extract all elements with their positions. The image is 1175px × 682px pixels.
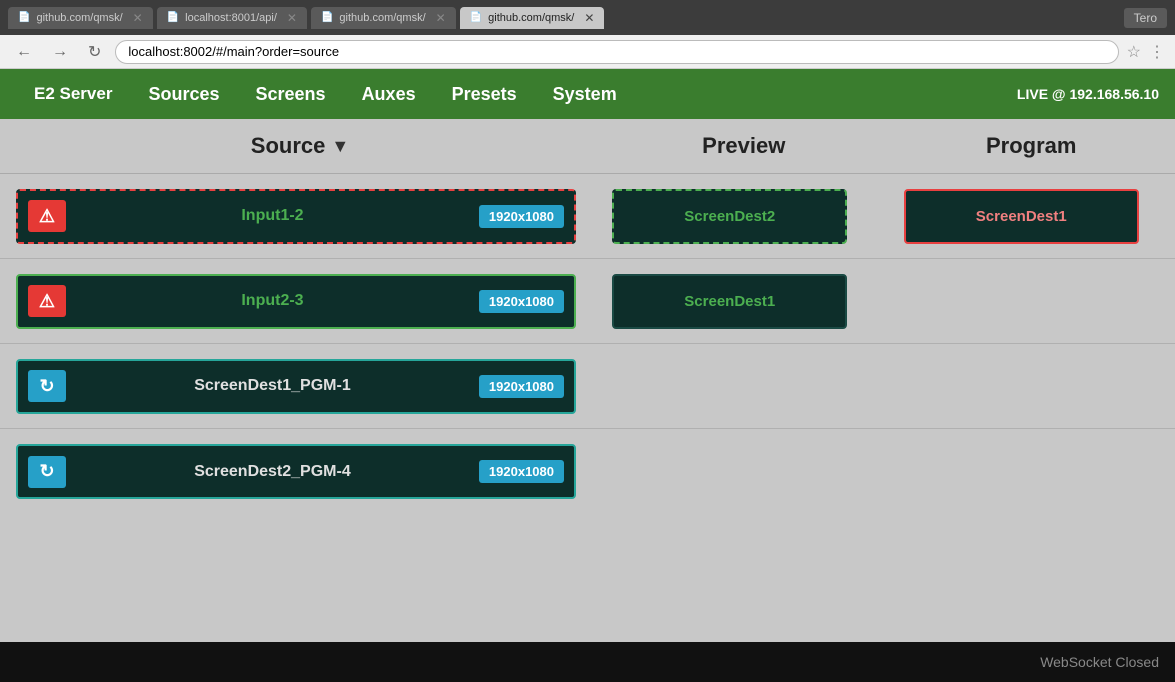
source-res-4: 1920x1080 bbox=[479, 460, 564, 483]
menu-icon[interactable]: ⋮ bbox=[1149, 42, 1165, 62]
preview-dest-2[interactable]: ScreenDest1 bbox=[612, 274, 847, 329]
nav-sources[interactable]: Sources bbox=[130, 84, 237, 105]
live-status: LIVE @ 192.168.56.10 bbox=[1017, 86, 1159, 102]
source-label-2: Input2-3 bbox=[66, 292, 479, 310]
camera-icon-2: ↻ bbox=[28, 456, 66, 488]
warning-icon-2: ⚠ bbox=[28, 285, 66, 317]
source-card-1[interactable]: ⚠ Input1-2 1920x1080 bbox=[16, 189, 576, 244]
tab-close-3[interactable]: ✕ bbox=[436, 11, 446, 25]
program-dest-1[interactable]: ScreenDest1 bbox=[904, 189, 1139, 244]
source-res-2: 1920x1080 bbox=[479, 290, 564, 313]
tab-icon-4: 📄 bbox=[470, 12, 482, 23]
browser-user: Tero bbox=[1124, 8, 1167, 28]
warning-icon-1: ⚠ bbox=[28, 200, 66, 232]
tab-icon-3: 📄 bbox=[321, 12, 333, 23]
row-4: ↻ ScreenDest2_PGM-4 1920x1080 bbox=[0, 429, 1175, 514]
tab-close-2[interactable]: ✕ bbox=[287, 11, 297, 25]
source-label-3: ScreenDest1_PGM-1 bbox=[66, 377, 479, 395]
program-col-1: ScreenDest1 bbox=[884, 189, 1160, 244]
nav-auxes[interactable]: Auxes bbox=[344, 84, 434, 105]
col-preview-header: Preview bbox=[600, 133, 888, 159]
source-res-1: 1920x1080 bbox=[479, 205, 564, 228]
tab-label-4: github.com/qmsk/ bbox=[488, 12, 574, 24]
browser-tab-3[interactable]: 📄 github.com/qmsk/ ✕ bbox=[311, 7, 456, 29]
nav-screens[interactable]: Screens bbox=[238, 84, 344, 105]
preview-header-text: Preview bbox=[702, 133, 785, 159]
websocket-status: WebSocket Closed bbox=[1040, 654, 1159, 670]
browser-tab-4[interactable]: 📄 github.com/qmsk/ ✕ bbox=[460, 7, 605, 29]
tab-label-3: github.com/qmsk/ bbox=[339, 12, 425, 24]
app-nav: E2 Server Sources Screens Auxes Presets … bbox=[0, 69, 1175, 119]
preview-dest-1[interactable]: ScreenDest2 bbox=[612, 189, 847, 244]
column-headers: Source ▼ Preview Program bbox=[0, 119, 1175, 174]
status-bar: WebSocket Closed bbox=[0, 642, 1175, 682]
tab-close-4[interactable]: ✕ bbox=[584, 11, 594, 25]
col-source-header: Source ▼ bbox=[0, 133, 600, 159]
source-res-3: 1920x1080 bbox=[479, 375, 564, 398]
nav-presets[interactable]: Presets bbox=[434, 84, 535, 105]
main-content: Source ▼ Preview Program ⚠ Input1-2 1920… bbox=[0, 119, 1175, 514]
star-icon[interactable]: ☆ bbox=[1127, 42, 1141, 62]
tab-label-2: localhost:8001/api/ bbox=[185, 12, 277, 24]
col-program-header: Program bbox=[888, 133, 1175, 159]
forward-button[interactable]: → bbox=[46, 41, 74, 63]
tab-label-1: github.com/qmsk/ bbox=[36, 12, 122, 24]
program-header-text: Program bbox=[986, 133, 1076, 159]
nav-brand[interactable]: E2 Server bbox=[16, 84, 130, 104]
preview-col-2: ScreenDest1 bbox=[592, 274, 868, 329]
source-label-1: Input1-2 bbox=[66, 207, 479, 225]
sort-arrow-icon[interactable]: ▼ bbox=[331, 136, 349, 157]
back-button[interactable]: ← bbox=[10, 41, 38, 63]
tab-icon-2: 📄 bbox=[167, 12, 179, 23]
browser-tab-2[interactable]: 📄 localhost:8001/api/ ✕ bbox=[157, 7, 307, 29]
row-3: ↻ ScreenDest1_PGM-1 1920x1080 bbox=[0, 344, 1175, 429]
source-card-4[interactable]: ↻ ScreenDest2_PGM-4 1920x1080 bbox=[16, 444, 576, 499]
preview-col-1: ScreenDest2 bbox=[592, 189, 868, 244]
row-2: ⚠ Input2-3 1920x1080 ScreenDest1 bbox=[0, 259, 1175, 344]
reload-button[interactable]: ↻ bbox=[82, 40, 107, 64]
tab-icon-1: 📄 bbox=[18, 12, 30, 23]
nav-system[interactable]: System bbox=[535, 84, 635, 105]
preview-dest-label-1: ScreenDest2 bbox=[684, 208, 775, 225]
camera-icon-1: ↻ bbox=[28, 370, 66, 402]
browser-tab-1[interactable]: 📄 github.com/qmsk/ ✕ bbox=[8, 7, 153, 29]
source-card-2[interactable]: ⚠ Input2-3 1920x1080 bbox=[16, 274, 576, 329]
source-label-4: ScreenDest2_PGM-4 bbox=[66, 463, 479, 481]
program-dest-label-1: ScreenDest1 bbox=[976, 208, 1067, 225]
source-header-text: Source bbox=[251, 133, 326, 159]
row-1: ⚠ Input1-2 1920x1080 ScreenDest2 ScreenD… bbox=[0, 174, 1175, 259]
browser-chrome: 📄 github.com/qmsk/ ✕ 📄 localhost:8001/ap… bbox=[0, 0, 1175, 35]
preview-dest-label-2: ScreenDest1 bbox=[684, 293, 775, 310]
address-input[interactable] bbox=[115, 40, 1118, 64]
address-bar: ← → ↻ ☆ ⋮ bbox=[0, 35, 1175, 69]
source-card-3[interactable]: ↻ ScreenDest1_PGM-1 1920x1080 bbox=[16, 359, 576, 414]
tab-close-1[interactable]: ✕ bbox=[133, 11, 143, 25]
